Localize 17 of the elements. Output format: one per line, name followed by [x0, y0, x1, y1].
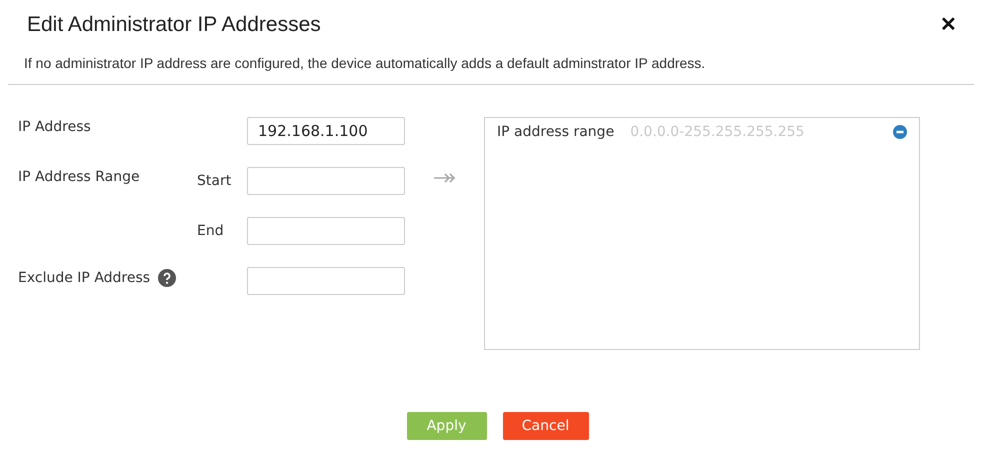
dialog-title: Edit Administrator IP Addresses — [27, 12, 321, 36]
notice-text: If no administrator IP address are configured, the device automatically adds a default adminstrator IP address. — [24, 55, 706, 71]
input-field[interactable]: 192.168.1.100 — [247, 117, 405, 145]
list-item-label: IP address range — [497, 124, 614, 140]
input-field[interactable] — [247, 267, 405, 295]
add-arrow-icon[interactable] — [432, 173, 456, 183]
field-sublabel: End — [197, 223, 225, 239]
input-field[interactable] — [247, 217, 405, 245]
field-label: Exclude IP Address — [18, 270, 150, 286]
field-sublabel: Start — [197, 173, 232, 189]
close-button[interactable]: ✕ — [940, 12, 957, 37]
input-field[interactable] — [247, 167, 405, 195]
field-label: IP Address Range — [18, 169, 140, 185]
cancel-button[interactable]: Cancel — [502, 412, 588, 440]
field-label: IP Address — [18, 119, 91, 135]
help-icon[interactable] — [158, 269, 176, 287]
remove-icon[interactable] — [893, 125, 907, 139]
